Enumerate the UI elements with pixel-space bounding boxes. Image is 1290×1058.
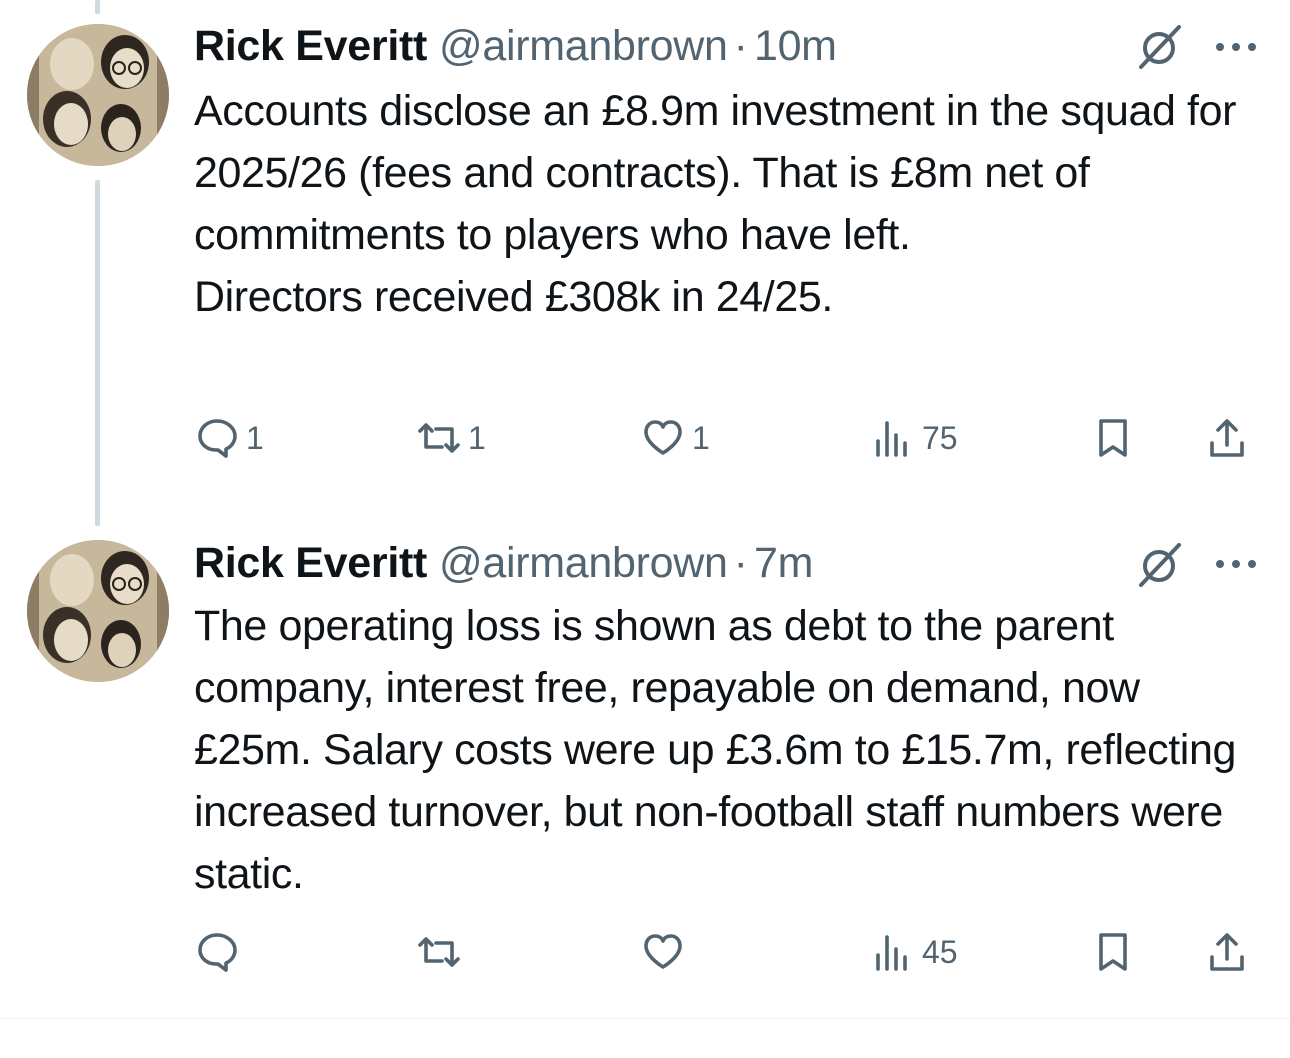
- separator: ·: [733, 538, 748, 587]
- reply-button[interactable]: [194, 927, 246, 977]
- heart-icon: [640, 415, 686, 461]
- tweet-actions: 45: [194, 927, 1264, 977]
- views-icon: [870, 929, 916, 975]
- retweet-icon: [416, 929, 462, 975]
- timestamp[interactable]: 7m: [754, 539, 813, 588]
- retweet-button[interactable]: [416, 927, 468, 977]
- heart-icon: [640, 929, 686, 975]
- reply-icon: [194, 929, 240, 975]
- retweet-icon: [416, 415, 462, 461]
- author-name[interactable]: Rick Everitt: [194, 539, 427, 588]
- retweet-button[interactable]: 1: [416, 413, 486, 463]
- views-icon: [870, 415, 916, 461]
- share-button[interactable]: [1204, 927, 1250, 977]
- reply-button[interactable]: 1: [194, 413, 264, 463]
- tweet-text: Accounts disclose an £8.9m investment in…: [194, 87, 1237, 321]
- divider: [0, 1018, 1290, 1019]
- author-handle[interactable]: @airmanbrown: [439, 539, 728, 588]
- share-icon: [1204, 929, 1250, 975]
- like-count: 1: [692, 419, 710, 456]
- grok-icon[interactable]: [1133, 21, 1185, 73]
- share-icon: [1204, 415, 1250, 461]
- tweet-text: The operating loss is shown as debt to t…: [194, 602, 1248, 898]
- avatar[interactable]: [27, 540, 169, 682]
- avatar[interactable]: [27, 24, 169, 166]
- view-count: 75: [922, 419, 958, 456]
- grok-icon[interactable]: [1133, 539, 1185, 591]
- author-name[interactable]: Rick Everitt: [194, 22, 427, 71]
- tweet-header: Rick Everitt @airmanbrown · 10m: [194, 20, 837, 72]
- tweet[interactable]: Rick Everitt @airmanbrown · 7m The opera…: [0, 515, 1290, 1015]
- author-handle[interactable]: @airmanbrown: [439, 22, 728, 71]
- timestamp[interactable]: 10m: [754, 22, 837, 71]
- reply-count: 1: [246, 419, 264, 456]
- tweet-actions: 1 1 1 75: [194, 413, 1264, 463]
- like-button[interactable]: 1: [640, 413, 710, 463]
- share-button[interactable]: [1204, 413, 1250, 463]
- views-button[interactable]: 75: [870, 413, 958, 463]
- tweet-header: Rick Everitt @airmanbrown · 7m: [194, 537, 813, 589]
- bookmark-button[interactable]: [1090, 927, 1136, 977]
- view-count: 45: [922, 933, 958, 970]
- bookmark-button[interactable]: [1090, 413, 1136, 463]
- bookmark-icon: [1090, 929, 1136, 975]
- views-button[interactable]: 45: [870, 927, 958, 977]
- reply-icon: [194, 415, 240, 461]
- like-button[interactable]: [640, 927, 692, 977]
- separator: ·: [733, 21, 748, 70]
- more-icon[interactable]: [1213, 40, 1259, 54]
- retweet-count: 1: [468, 419, 486, 456]
- bookmark-icon: [1090, 415, 1136, 461]
- tweet[interactable]: Rick Everitt @airmanbrown · 10m Accounts…: [0, 0, 1290, 500]
- more-icon[interactable]: [1213, 557, 1259, 571]
